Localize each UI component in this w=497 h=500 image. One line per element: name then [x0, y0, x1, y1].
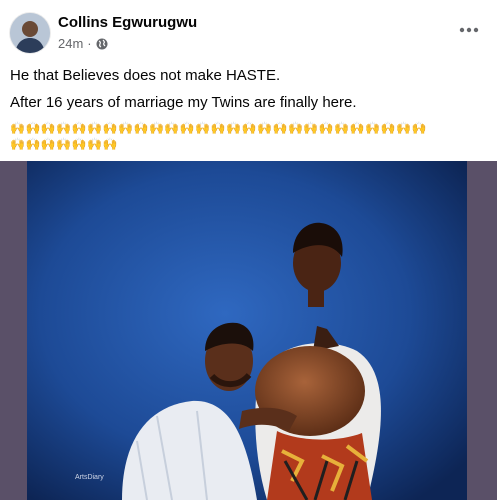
post-header: Collins Egwurugwu 24m ·	[0, 0, 497, 58]
author-avatar[interactable]	[10, 13, 50, 53]
post-photo-frame: ArtsDiary	[0, 161, 497, 500]
post-photo[interactable]: ArtsDiary	[27, 161, 467, 500]
post-text: He that Believes does not make HASTE. Af…	[10, 66, 490, 152]
post-timestamp[interactable]: 24m	[58, 36, 83, 51]
emoji-row-2: 🙌🙌🙌🙌🙌🙌🙌	[10, 137, 119, 151]
globe-icon[interactable]	[96, 38, 108, 50]
more-options-icon[interactable]	[451, 16, 487, 44]
post-meta: 24m ·	[58, 36, 108, 51]
author-name[interactable]: Collins Egwurugwu	[58, 14, 197, 31]
meta-separator: ·	[87, 36, 92, 51]
emoji-row-1: 🙌🙌🙌🙌🙌🙌🙌🙌🙌🙌🙌🙌🙌🙌🙌🙌🙌🙌🙌🙌🙌🙌🙌🙌🙌🙌🙌	[10, 121, 427, 135]
photo-watermark: ArtsDiary	[75, 474, 104, 481]
post-text-line-2: After 16 years of marriage my Twins are …	[10, 94, 357, 111]
post-text-line-1: He that Believes does not make HASTE.	[10, 67, 281, 84]
facebook-post: Collins Egwurugwu 24m · He that Believes…	[0, 0, 497, 500]
